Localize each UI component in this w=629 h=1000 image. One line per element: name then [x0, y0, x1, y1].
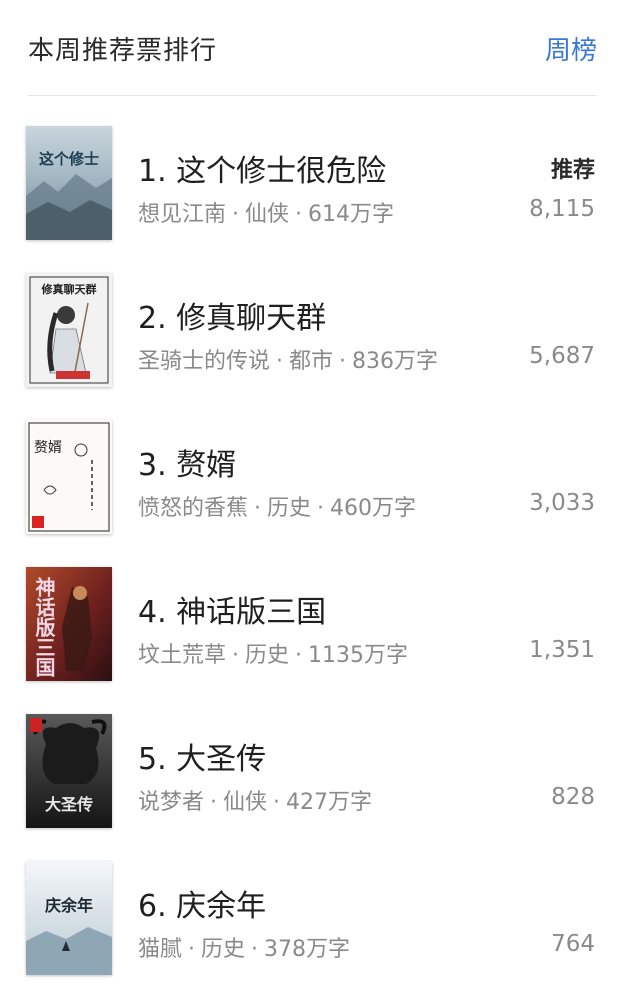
word-count: 427万字	[286, 790, 373, 815]
book-title[interactable]: 4. 神话版三国	[138, 587, 326, 631]
list-item[interactable]: 修真聊天群 2. 修真聊天群 圣骑士的传说 · 都市 · 836万字 5,687	[0, 243, 629, 390]
list-item[interactable]: 这个修士 1. 这个修士很危险 想见江南 · 仙侠 · 614万字 推荐 8,115	[0, 96, 629, 243]
author-name[interactable]: 猫腻	[138, 937, 182, 962]
separator: ·	[317, 496, 325, 521]
vote-count: 8,115	[529, 196, 595, 222]
separator: ·	[232, 202, 240, 227]
book-cover-dark-beast-icon[interactable]: 大圣传	[26, 714, 112, 828]
book-cover-warrior-icon[interactable]: 神话版三国	[26, 567, 112, 681]
separator: ·	[295, 202, 303, 227]
recommend-tag: 推荐	[550, 158, 595, 183]
genre: 仙侠	[245, 202, 290, 227]
word-count: 1135万字	[308, 643, 409, 668]
svg-text:大圣传: 大圣传	[45, 795, 93, 814]
genre: 历史	[245, 643, 290, 668]
separator: ·	[232, 643, 240, 668]
ranking-header: 本周推荐票排行 周榜	[28, 0, 597, 96]
vote-count: 828	[551, 784, 595, 810]
vote-count: 1,351	[529, 637, 595, 663]
genre: 仙侠	[223, 790, 268, 815]
book-meta: 愤怒的香蕉 · 历史 · 460万字	[138, 490, 416, 522]
word-count: 378万字	[264, 937, 351, 962]
svg-text:庆余年: 庆余年	[44, 896, 93, 915]
list-item[interactable]: 赘婿 3. 赘婿 愤怒的香蕉 · 历史 · 460万字 3,033	[0, 390, 629, 537]
book-title[interactable]: 3. 赘婿	[138, 440, 236, 484]
book-meta: 说梦者 · 仙侠 · 427万字	[138, 784, 372, 816]
separator: ·	[254, 496, 262, 521]
book-title[interactable]: 1. 这个修士很危险	[138, 146, 386, 190]
separator: ·	[251, 937, 259, 962]
vote-count: 764	[551, 931, 595, 957]
separator: ·	[276, 349, 284, 374]
list-item[interactable]: 神话版三国 4. 神话版三国 坟土荒草 · 历史 · 1135万字 1,351	[0, 537, 629, 684]
word-count: 460万字	[330, 496, 417, 521]
book-meta: 坟土荒草 · 历史 · 1135万字	[138, 637, 408, 669]
svg-text:赘婿: 赘婿	[34, 439, 62, 456]
author-name[interactable]: 想见江南	[138, 202, 226, 227]
separator: ·	[295, 643, 303, 668]
svg-text:神话版三国: 神话版三国	[32, 576, 56, 677]
book-meta: 猫腻 · 历史 · 378万字	[138, 931, 350, 963]
word-count: 614万字	[308, 202, 395, 227]
separator: ·	[188, 937, 196, 962]
book-cover-swordsman-icon[interactable]: 修真聊天群	[26, 273, 112, 387]
book-cover-calligraphy-icon[interactable]: 赘婿	[26, 420, 112, 534]
page-title: 本周推荐票排行	[28, 36, 218, 66]
book-title[interactable]: 6. 庆余年	[138, 881, 266, 925]
author-name[interactable]: 愤怒的香蕉	[138, 496, 248, 521]
book-title[interactable]: 2. 修真聊天群	[138, 293, 326, 337]
separator: ·	[210, 790, 218, 815]
genre: 历史	[201, 937, 246, 962]
author-name[interactable]: 圣骑士的传说	[138, 349, 270, 374]
svg-text:修真聊天群: 修真聊天群	[41, 282, 97, 296]
list-item[interactable]: 庆余年 6. 庆余年 猫腻 · 历史 · 378万字 764	[0, 831, 629, 978]
author-name[interactable]: 坟土荒草	[138, 643, 226, 668]
svg-text:这个修士: 这个修士	[39, 150, 99, 168]
word-count: 836万字	[352, 349, 439, 374]
book-cover-snow-icon[interactable]: 庆余年	[26, 861, 112, 975]
list-item[interactable]: 大圣传 5. 大圣传 说梦者 · 仙侠 · 427万字 828	[0, 684, 629, 831]
book-ranking-list: 这个修士 1. 这个修士很危险 想见江南 · 仙侠 · 614万字 推荐 8,115 修…	[0, 96, 629, 978]
vote-count: 5,687	[529, 343, 595, 369]
vote-count: 3,033	[529, 490, 595, 516]
book-meta: 想见江南 · 仙侠 · 614万字	[138, 196, 394, 228]
separator: ·	[339, 349, 347, 374]
genre: 都市	[289, 349, 334, 374]
book-title[interactable]: 5. 大圣传	[138, 734, 266, 778]
book-meta: 圣骑士的传说 · 都市 · 836万字	[138, 343, 438, 375]
author-name[interactable]: 说梦者	[138, 790, 204, 815]
genre: 历史	[267, 496, 312, 521]
separator: ·	[273, 790, 281, 815]
weekly-ranking-link[interactable]: 周榜	[545, 30, 597, 67]
book-cover-misty-mountains-icon[interactable]: 这个修士	[26, 126, 112, 240]
